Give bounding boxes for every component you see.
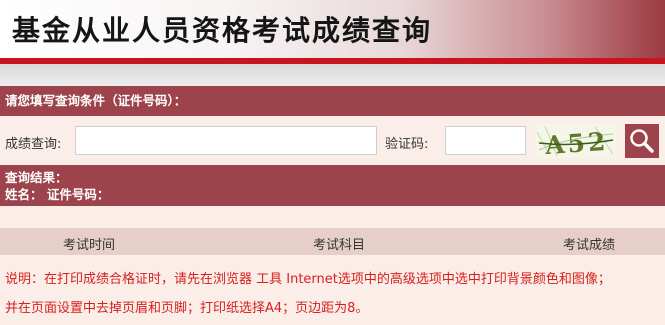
column-exam-score: 考试成绩 (563, 238, 616, 253)
column-exam-subject: 考试科目 (313, 238, 366, 253)
result-heading: 查询结果： (5, 170, 68, 185)
score-table-header: 考试时间 考试科目 考试成绩 (0, 228, 665, 255)
print-notice-line-1: 说明：在打印成绩合格证时，请先在浏览器 工具 Internet选项中的高级选项中… (5, 272, 611, 287)
captcha-label: 验证码: (385, 137, 429, 152)
result-name-id: 姓名： 证件号码： (5, 187, 110, 202)
captcha-image[interactable]: A52 (535, 124, 617, 158)
query-heading-text: 请您填写查询条件（证件号码）： (5, 93, 187, 108)
result-gap (0, 206, 665, 228)
print-notice-line-2: 并在页面设置中去掉页眉和页脚；打印纸选择A4；页边距为8。 (5, 301, 369, 316)
column-exam-time: 考试时间 (63, 238, 116, 253)
query-section-heading: 请您填写查询条件（证件号码）： (0, 86, 665, 116)
search-icon (630, 129, 654, 153)
header-banner: 基金从业人员资格考试成绩查询 (0, 0, 665, 58)
id-number-input[interactable] (75, 126, 377, 155)
search-button[interactable] (625, 124, 659, 158)
header-shadow (0, 64, 665, 86)
result-section: 查询结果： 姓名： 证件号码： (0, 165, 665, 206)
page-title: 基金从业人员资格考试成绩查询 (12, 14, 433, 47)
captcha-input[interactable] (445, 126, 526, 155)
score-query-label: 成绩查询: (5, 137, 62, 152)
